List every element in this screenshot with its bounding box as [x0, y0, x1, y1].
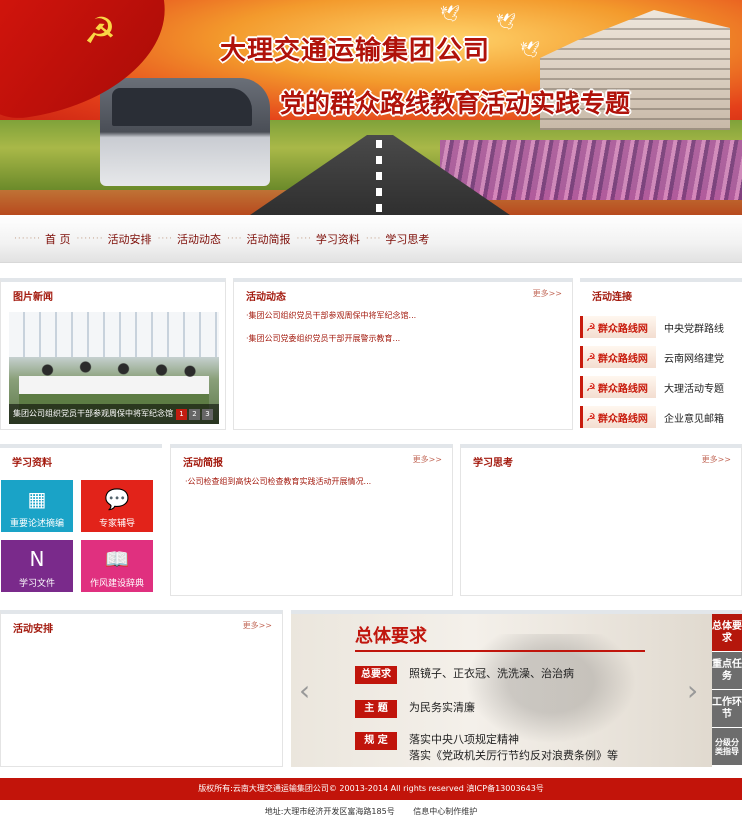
tile-style-dictionary[interactable]: 📖 作风建设辞典 — [81, 540, 153, 592]
tile-expert-guidance[interactable]: 💬 专家辅导 — [81, 480, 153, 532]
list-item[interactable]: ·公司检查组到高快公司检查教育实践活动开展情况... — [185, 476, 371, 487]
requirement-row: 规 定 落实中央八项规定精神 落实《党政机关厉行节约反对浪费条例》等 — [355, 732, 618, 764]
dove-icon: 🕊 — [440, 4, 461, 23]
banner-subtitle: 党的群众路线教育活动实践专题 — [280, 89, 631, 118]
footer-copyright: 版权所有:云南大理交通运输集团公司© 20013-2014 All rights… — [0, 778, 742, 800]
study-materials-panel: 学习资料 ▦ 重要论述摘编 💬 专家辅导 N 学习文件 📖 作风建设辞典 — [0, 444, 162, 596]
dove-icon: 🕊 — [520, 40, 541, 59]
briefing-panel: 活动简报 更多>> ·公司检查组到高快公司检查教育实践活动开展情况... — [170, 444, 453, 596]
banner-road-line — [376, 140, 382, 215]
panel-title: 学习资料 — [12, 458, 52, 469]
tile-study-documents[interactable]: N 学习文件 — [1, 540, 73, 592]
requirement-tag: 总要求 — [355, 666, 397, 684]
chat-bubble-icon: 💬 — [104, 487, 130, 511]
footer-maker: 信息中心制作维护 — [413, 807, 478, 816]
carousel-prev-arrow-icon[interactable]: ‹ — [299, 674, 310, 707]
requirement-tag: 规 定 — [355, 732, 397, 750]
link-feedback-mailbox[interactable]: ☭ 群众路线网 企业意见邮箱 — [580, 402, 740, 432]
nav-item-materials[interactable]: ···· 学习资料 — [296, 231, 365, 247]
nav-item-briefing[interactable]: ···· 活动简报 — [227, 231, 296, 247]
photo-pager: 1 2 3 — [176, 409, 213, 420]
list-item[interactable]: ·集团公司组织党员干部参观周保中将军纪念馆... — [246, 310, 416, 321]
nav-item-schedule[interactable]: ······· 活动安排 — [77, 231, 158, 247]
panel-title: 活动安排 — [13, 624, 53, 635]
onenote-icon: N — [29, 547, 45, 571]
header-banner: ☭ 🕊 🕊 🕊 大理交通运输集团公司 党的群众路线教育活动实践专题 — [0, 0, 742, 215]
link-central-mass-line[interactable]: ☭ 群众路线网 中央党群路线 — [580, 312, 740, 342]
map-book-icon: ▦ — [27, 487, 47, 511]
activity-news-panel: 活动动态 更多>> ·集团公司组织党员干部参观周保中将军纪念馆... ·集团公司… — [233, 278, 573, 430]
pager-dot[interactable]: 3 — [202, 409, 213, 420]
side-tab-key-tasks[interactable]: 重点任务 — [712, 652, 742, 690]
party-emblem-icon: ☭ — [586, 320, 596, 334]
main-nav: ······· 首 页 ······· 活动安排 ···· 活动动态 ···· 活动简报… — [0, 215, 742, 263]
carousel-next-arrow-icon[interactable]: › — [687, 674, 698, 707]
panel-title: 学习思考 — [473, 458, 513, 469]
more-link[interactable]: 更多>> — [533, 288, 562, 299]
banner-flowers — [440, 140, 742, 200]
activity-links-panel: 活动连接 ☭ 群众路线网 中央党群路线 ☭ 群众路线网 云南网络建党 ☭ 群众路线网 … — [580, 278, 742, 430]
thinking-panel: 学习思考 更多>> — [460, 444, 742, 596]
panel-title: 活动连接 — [592, 292, 632, 303]
nav-item-home[interactable]: ······· 首 页 — [14, 231, 77, 247]
nav-item-thinking[interactable]: ···· 学习思考 — [366, 231, 435, 247]
side-tab-guidance[interactable]: 分级分类指导 — [712, 728, 742, 766]
party-emblem-icon: ☭ — [586, 350, 596, 364]
requirement-row: 主 题 为民务实清廉 — [355, 700, 475, 718]
footer-info: 地址:大理市经济开发区富海路185号 信息中心制作维护 — [0, 806, 742, 817]
banner-bus — [100, 78, 270, 186]
carousel-side-tabs: 总体要求 重点任务 工作环节 分级分类指导 — [712, 614, 742, 767]
requirement-row: 总要求 照镜子、正衣冠、洗洗澡、治治病 — [355, 666, 574, 684]
panel-title: 图片新闻 — [13, 292, 53, 303]
side-tab-work-stages[interactable]: 工作环节 — [712, 690, 742, 728]
list-item[interactable]: ·集团公司党委组织党员干部开展警示教育... — [246, 333, 416, 344]
link-yunnan-network[interactable]: ☭ 群众路线网 云南网络建党 — [580, 342, 740, 372]
more-link[interactable]: 更多>> — [702, 454, 731, 465]
footer-address: 地址:大理市经济开发区富海路185号 — [264, 807, 395, 816]
party-emblem-icon: ☭ — [586, 380, 596, 394]
banner-company-title: 大理交通运输集团公司 — [220, 36, 491, 66]
briefing-list: ·公司检查组到高快公司检查教育实践活动开展情况... — [185, 476, 371, 499]
more-link[interactable]: 更多>> — [413, 454, 442, 465]
schedule-panel: 活动安排 更多>> — [0, 610, 283, 767]
dove-icon: 🕊 — [496, 12, 517, 31]
nav-item-news[interactable]: ···· 活动动态 — [158, 231, 227, 247]
pager-dot[interactable]: 2 — [189, 409, 200, 420]
links-list: ☭ 群众路线网 中央党群路线 ☭ 群众路线网 云南网络建党 ☭ 群众路线网 大理活动专… — [580, 312, 740, 432]
bookmark-icon: 📖 — [104, 547, 130, 571]
side-tab-overall[interactable]: 总体要求 — [712, 614, 742, 652]
more-link[interactable]: 更多>> — [243, 620, 272, 631]
photo-news-panel: 图片新闻 集团公司组织党员干部参观周保中将军纪念馆 1 2 3 — [0, 278, 226, 430]
pager-dot[interactable]: 1 — [176, 409, 187, 420]
link-dali-topic[interactable]: ☭ 群众路线网 大理活动专题 — [580, 372, 740, 402]
carousel-title: 总体要求 — [355, 626, 427, 647]
requirements-carousel: 总体要求 总要求 照镜子、正衣冠、洗洗澡、治治病 主 题 为民务实清廉 规 定 … — [291, 610, 742, 767]
panel-title: 活动简报 — [183, 458, 223, 469]
party-emblem-icon: ☭ — [586, 410, 596, 424]
news-list: ·集团公司组织党员干部参观周保中将军纪念馆... ·集团公司党委组织党员干部开展… — [246, 310, 416, 356]
panel-title: 活动动态 — [246, 292, 286, 303]
hammer-sickle-icon: ☭ — [83, 11, 117, 52]
tile-key-expositions[interactable]: ▦ 重要论述摘编 — [1, 480, 73, 532]
news-photo[interactable]: 集团公司组织党员干部参观周保中将军纪念馆 1 2 3 — [9, 312, 219, 424]
requirement-tag: 主 题 — [355, 700, 397, 718]
